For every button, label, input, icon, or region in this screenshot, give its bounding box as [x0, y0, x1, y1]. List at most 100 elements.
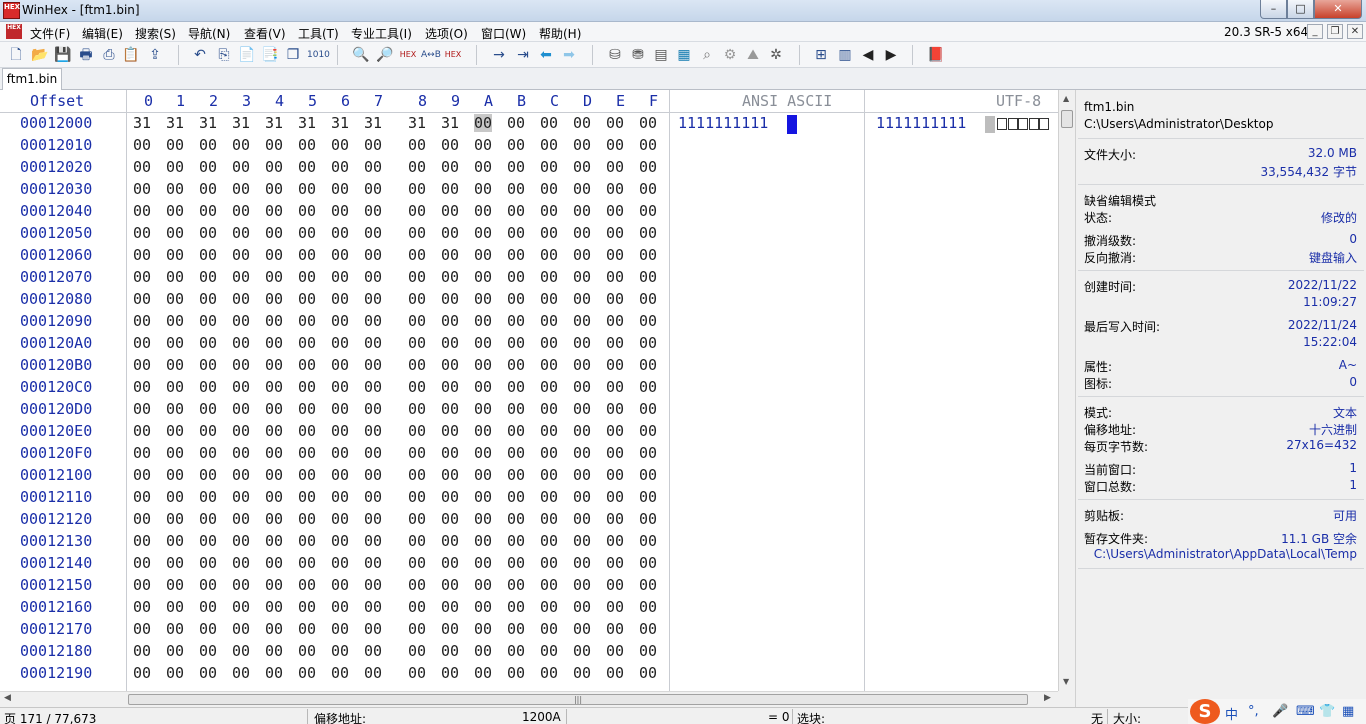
- hex-byte[interactable]: 00: [474, 466, 492, 484]
- hex-byte[interactable]: 00: [573, 114, 591, 132]
- hex-byte[interactable]: 00: [364, 180, 382, 198]
- hex-byte[interactable]: 00: [606, 664, 624, 682]
- hex-byte[interactable]: 00: [298, 466, 316, 484]
- hex-editor[interactable]: Offset ANSI ASCII UTF-8 0 1 2 3 4 5 6 7 8 9 A B C D E F…: [0, 90, 1060, 691]
- hex-byte[interactable]: 00: [364, 356, 382, 374]
- hex-byte[interactable]: 00: [474, 312, 492, 330]
- hex-byte[interactable]: 00: [606, 180, 624, 198]
- hex-byte[interactable]: 00: [265, 576, 283, 594]
- hex-byte[interactable]: 00: [232, 444, 250, 462]
- hex-byte[interactable]: 00: [540, 180, 558, 198]
- offset-cell[interactable]: 00012000: [20, 114, 92, 132]
- hex-byte[interactable]: 00: [408, 202, 426, 220]
- hex-byte[interactable]: 00: [133, 466, 151, 484]
- hex-byte[interactable]: 31: [298, 114, 316, 132]
- hex-byte[interactable]: 00: [265, 532, 283, 550]
- hex-byte[interactable]: 31: [331, 114, 349, 132]
- hex-byte[interactable]: 00: [540, 422, 558, 440]
- hex-byte[interactable]: 00: [199, 400, 217, 418]
- hex-byte[interactable]: 00: [573, 202, 591, 220]
- hex-byte[interactable]: 00: [639, 488, 657, 506]
- hex-byte[interactable]: 00: [298, 598, 316, 616]
- hex-byte[interactable]: 00: [199, 268, 217, 286]
- hex-byte[interactable]: 00: [408, 620, 426, 638]
- hex-byte[interactable]: 31: [408, 114, 426, 132]
- hex-byte[interactable]: 00: [606, 466, 624, 484]
- hex-byte[interactable]: 00: [606, 312, 624, 330]
- hex-byte[interactable]: 00: [408, 334, 426, 352]
- scroll-right-icon[interactable]: ▶: [1044, 693, 1051, 703]
- hex-byte[interactable]: 00: [540, 488, 558, 506]
- hex-byte[interactable]: 00: [199, 598, 217, 616]
- hex-byte[interactable]: 00: [199, 422, 217, 440]
- save-icon[interactable]: 💾: [54, 46, 72, 64]
- hex-byte[interactable]: 00: [133, 422, 151, 440]
- hex-byte[interactable]: 00: [166, 554, 184, 572]
- offset-cell[interactable]: 00012180: [20, 642, 92, 660]
- hex-byte[interactable]: 00: [364, 642, 382, 660]
- offset-cell[interactable]: 00012080: [20, 290, 92, 308]
- hex-byte[interactable]: 00: [199, 378, 217, 396]
- hex-byte[interactable]: 00: [166, 598, 184, 616]
- print-preview-icon[interactable]: ⎙: [100, 46, 118, 64]
- hex-byte[interactable]: 00: [474, 598, 492, 616]
- hex-byte[interactable]: 00: [133, 356, 151, 374]
- hex-byte[interactable]: 00: [331, 202, 349, 220]
- utf8-text[interactable]: 1111111111: [876, 114, 966, 132]
- hex-byte[interactable]: 00: [639, 554, 657, 572]
- hex-byte[interactable]: 00: [441, 158, 459, 176]
- hex-byte[interactable]: 00: [199, 444, 217, 462]
- hex-byte[interactable]: 00: [507, 400, 525, 418]
- hex-byte[interactable]: 00: [364, 488, 382, 506]
- hex-byte[interactable]: 00: [573, 290, 591, 308]
- hex-byte[interactable]: 00: [639, 400, 657, 418]
- hex-byte[interactable]: 00: [199, 290, 217, 308]
- hex-byte[interactable]: 00: [232, 290, 250, 308]
- hex-byte[interactable]: 00: [474, 664, 492, 682]
- hex-byte[interactable]: 00: [474, 268, 492, 286]
- hex-byte[interactable]: 00: [199, 312, 217, 330]
- hex-byte[interactable]: 00: [573, 334, 591, 352]
- hex-menu-icon[interactable]: HEX: [6, 24, 22, 39]
- hex-byte[interactable]: 00: [199, 664, 217, 682]
- ime-mic-icon[interactable]: 🎤: [1272, 704, 1288, 719]
- hex-byte[interactable]: 00: [331, 488, 349, 506]
- offset-cell[interactable]: 000120D0: [20, 400, 92, 418]
- hex-byte[interactable]: 00: [364, 422, 382, 440]
- hex-byte[interactable]: 00: [540, 224, 558, 242]
- hex-byte[interactable]: 00: [408, 246, 426, 264]
- hex-byte[interactable]: 00: [474, 422, 492, 440]
- hex-byte[interactable]: 00: [331, 598, 349, 616]
- hex-byte[interactable]: 00: [507, 268, 525, 286]
- hex-byte[interactable]: 00: [474, 356, 492, 374]
- hex-byte[interactable]: 00: [507, 620, 525, 638]
- hex-byte[interactable]: 00: [639, 312, 657, 330]
- hex-byte[interactable]: 00: [298, 312, 316, 330]
- hex-byte[interactable]: 00: [199, 246, 217, 264]
- hex-byte[interactable]: 00: [364, 598, 382, 616]
- hex-byte[interactable]: 00: [331, 444, 349, 462]
- hex-byte[interactable]: 00: [606, 202, 624, 220]
- hex-byte[interactable]: 00: [331, 268, 349, 286]
- hex-byte[interactable]: 00: [166, 620, 184, 638]
- hex-byte[interactable]: 00: [606, 158, 624, 176]
- hex-byte[interactable]: 00: [540, 114, 558, 132]
- scroll-thumb[interactable]: [1061, 110, 1073, 128]
- open-file-icon[interactable]: 📂: [31, 46, 49, 64]
- hex-byte[interactable]: 00: [639, 532, 657, 550]
- hex-byte[interactable]: 00: [408, 268, 426, 286]
- hex-byte[interactable]: 00: [573, 510, 591, 528]
- hex-byte[interactable]: 00: [639, 444, 657, 462]
- hex-byte[interactable]: 00: [573, 642, 591, 660]
- hex-byte[interactable]: 00: [441, 202, 459, 220]
- offset-cell[interactable]: 00012140: [20, 554, 92, 572]
- hex-byte[interactable]: 00: [474, 114, 493, 132]
- hex-byte[interactable]: 00: [639, 158, 657, 176]
- hex-byte[interactable]: 00: [507, 642, 525, 660]
- hex-byte[interactable]: 00: [573, 400, 591, 418]
- hex-byte[interactable]: 00: [232, 136, 250, 154]
- hex-byte[interactable]: 00: [298, 180, 316, 198]
- hex-byte[interactable]: 00: [265, 598, 283, 616]
- hex-byte[interactable]: 00: [232, 312, 250, 330]
- paste-icon[interactable]: 📄: [238, 46, 256, 64]
